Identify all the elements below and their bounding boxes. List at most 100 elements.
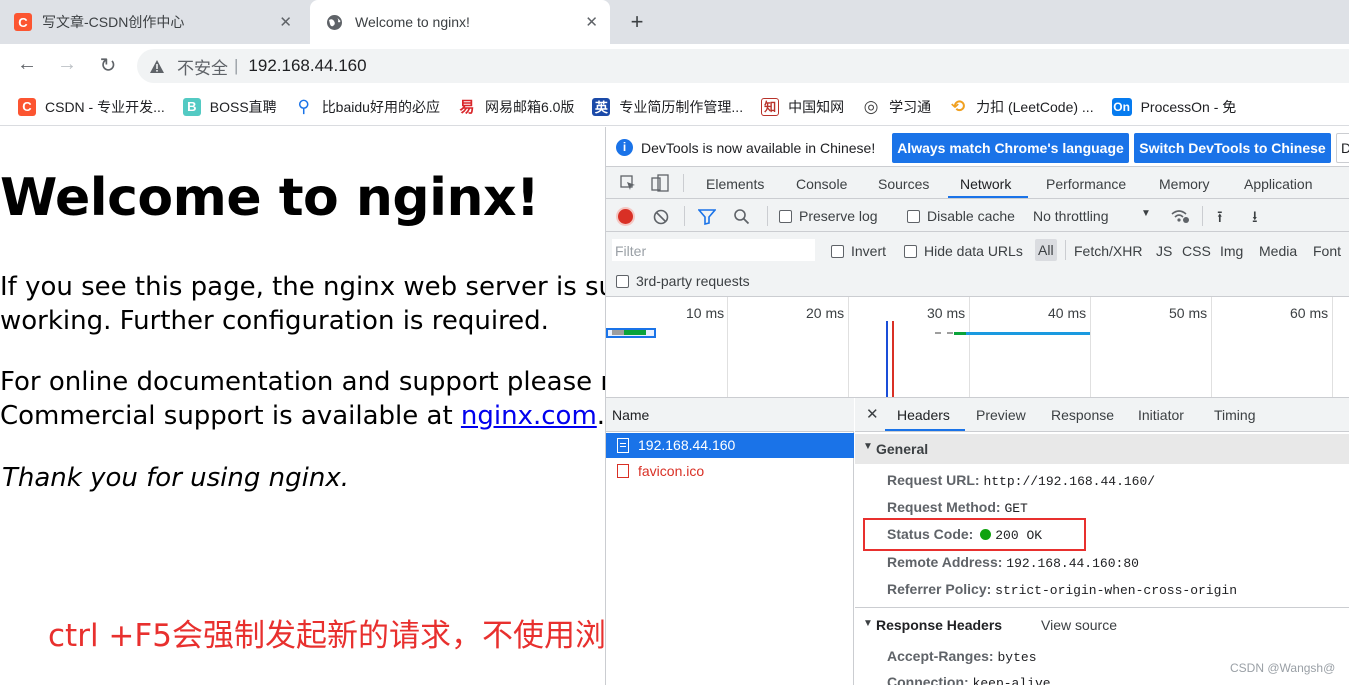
header-value: http://192.168.44.160/ <box>983 474 1156 489</box>
thanks-text: Thank you for using nginx. <box>2 463 349 493</box>
filter-type-fetch[interactable]: Fetch/XHR <box>1074 243 1142 259</box>
third-party-checkbox[interactable]: 3rd-party requests <box>616 273 750 289</box>
active-tab-indicator <box>948 196 1028 198</box>
nginx-com-link[interactable]: nginx.com <box>461 401 597 431</box>
checkbox[interactable] <box>831 245 844 258</box>
tab-timing[interactable]: Timing <box>1214 407 1256 423</box>
bookmark-leetcode[interactable]: ⟲ 力扣 (LeetCode) ... <box>949 97 1094 117</box>
file-error-icon <box>617 464 629 478</box>
header-value: bytes <box>997 650 1037 665</box>
address-bar[interactable]: 不安全 | 192.168.44.160 <box>137 49 1349 83</box>
csdn-icon: C <box>14 13 32 31</box>
page-viewport: Welcome to nginx! If you see this page, … <box>0 127 605 685</box>
bookmark-163mail[interactable]: 易 网易邮箱6.0版 <box>458 97 574 117</box>
tick-label: 30 ms <box>927 305 966 321</box>
view-source-link[interactable]: View source <box>1041 617 1117 633</box>
bookmark-csdn[interactable]: C CSDN - 专业开发... <box>18 97 165 117</box>
globe-icon <box>326 14 343 31</box>
bookmark-cnki[interactable]: 知 中国知网 <box>761 97 844 117</box>
divider <box>684 206 685 226</box>
security-label[interactable]: 不安全 <box>177 54 228 79</box>
tab-title: 写文章-CSDN创作中心 <box>42 14 185 30</box>
url-text[interactable]: 192.168.44.160 <box>248 56 366 76</box>
request-row[interactable]: 192.168.44.160 <box>606 433 854 458</box>
general-section-header[interactable]: ▼ General <box>855 434 1349 464</box>
checkbox-label: Hide data URLs <box>924 243 1023 259</box>
section-title: General <box>876 441 929 457</box>
export-har-icon[interactable]: ⭳ <box>1252 206 1258 233</box>
bookmark-processon[interactable]: On ProcessOn - 免 <box>1111 97 1236 117</box>
inspect-element-icon[interactable] <box>620 175 636 191</box>
tab-performance[interactable]: Performance <box>1046 176 1126 192</box>
filter-type-media[interactable]: Media <box>1259 243 1297 259</box>
warning-icon <box>149 59 165 74</box>
filter-type-css[interactable]: CSS <box>1182 243 1211 259</box>
checkbox[interactable] <box>616 275 629 288</box>
dont-show-button[interactable]: D <box>1336 133 1349 163</box>
tick-label: 60 ms <box>1290 305 1329 321</box>
bookmark-label: 专业简历制作管理... <box>619 98 744 115</box>
preserve-log-checkbox[interactable]: Preserve log <box>779 208 878 224</box>
bookmark-boss[interactable]: B BOSS直聘 <box>182 97 277 117</box>
page-heading: Welcome to nginx! <box>0 168 540 228</box>
close-icon[interactable]: ✕ <box>866 405 879 423</box>
grid-line <box>1090 297 1091 397</box>
bookmark-resume[interactable]: 英 专业简历制作管理... <box>592 97 743 117</box>
checkbox[interactable] <box>904 245 917 258</box>
record-icon[interactable] <box>618 209 633 224</box>
triangle-down-icon: ▼ <box>863 441 873 452</box>
device-toolbar-icon[interactable] <box>651 174 669 192</box>
disable-cache-checkbox[interactable]: Disable cache <box>907 208 1015 224</box>
divider <box>1065 240 1066 260</box>
switch-devtools-chinese-button[interactable]: Switch DevTools to Chinese <box>1134 133 1331 163</box>
tab-response[interactable]: Response <box>1051 407 1114 423</box>
checkbox[interactable] <box>907 210 920 223</box>
filter-type-js[interactable]: JS <box>1156 243 1172 259</box>
search-icon[interactable] <box>733 208 750 225</box>
paragraph-line: For online documentation and support ple… <box>0 367 605 397</box>
close-icon[interactable]: ✕ <box>585 13 598 31</box>
clear-icon[interactable] <box>653 209 669 225</box>
tab-headers[interactable]: Headers <box>897 407 950 423</box>
tab-application[interactable]: Application <box>1244 176 1313 192</box>
filter-type-font[interactable]: Font <box>1313 243 1341 259</box>
tab-memory[interactable]: Memory <box>1159 176 1210 192</box>
tab-preview[interactable]: Preview <box>976 407 1026 423</box>
tab-nginx[interactable]: Welcome to nginx! ✕ <box>310 0 610 44</box>
column-name[interactable]: Name <box>612 407 649 423</box>
always-match-language-button[interactable]: Always match Chrome's language <box>892 133 1129 163</box>
tab-network[interactable]: Network <box>960 176 1011 192</box>
tab-console[interactable]: Console <box>796 176 847 192</box>
filter-type-img[interactable]: Img <box>1220 243 1243 259</box>
throttling-select[interactable]: No throttling <box>1033 208 1108 224</box>
forward-button[interactable]: → <box>54 53 80 76</box>
reload-button[interactable]: ↻ <box>95 53 121 78</box>
checkbox[interactable] <box>779 210 792 223</box>
filter-type-all[interactable]: All <box>1035 239 1057 261</box>
request-name: 192.168.44.160 <box>638 437 736 453</box>
request-bar-waiting <box>624 330 646 335</box>
request-row[interactable]: favicon.ico <box>606 458 854 483</box>
bookmark-bing[interactable]: ⚲ 比baidu好用的必应 <box>295 97 440 117</box>
network-overview[interactable]: 10 ms 20 ms 30 ms 40 ms 50 ms 60 ms <box>606 297 1349 398</box>
request-list-header[interactable]: Name <box>606 398 854 432</box>
triangle-down-icon: ▼ <box>863 618 873 629</box>
dropdown-arrow-icon[interactable]: ▼ <box>1141 208 1151 219</box>
tab-csdn[interactable]: C 写文章-CSDN创作中心 ✕ <box>14 0 304 44</box>
import-har-icon[interactable]: ⭱ <box>1217 206 1223 233</box>
filter-input[interactable]: Filter <box>612 239 815 261</box>
tab-initiator[interactable]: Initiator <box>1138 407 1184 423</box>
tab-elements[interactable]: Elements <box>706 176 764 192</box>
hide-data-urls-checkbox[interactable]: Hide data URLs <box>904 243 1023 259</box>
network-conditions-icon[interactable] <box>1170 208 1190 224</box>
close-icon[interactable]: ✕ <box>279 13 292 31</box>
bookmarks-bar: C CSDN - 专业开发... B BOSS直聘 ⚲ 比baidu好用的必应 … <box>0 88 1349 126</box>
bookmark-xuexitong[interactable]: ◎ 学习通 <box>862 97 931 117</box>
back-button[interactable]: ← <box>14 53 40 76</box>
tab-sources[interactable]: Sources <box>878 176 929 192</box>
filter-icon[interactable] <box>697 209 717 226</box>
invert-checkbox[interactable]: Invert <box>831 243 886 259</box>
info-icon: i <box>616 139 633 156</box>
response-headers-section-header[interactable]: ▼ Response Headers View source <box>855 608 1349 640</box>
new-tab-button[interactable]: + <box>625 9 649 35</box>
